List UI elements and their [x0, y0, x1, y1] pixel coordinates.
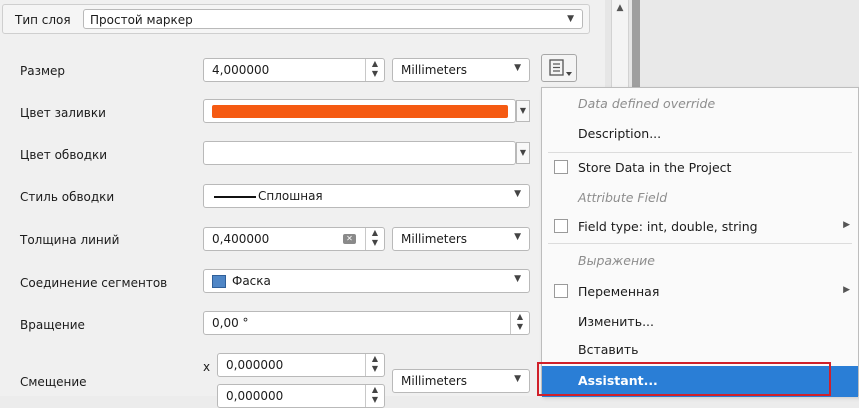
- menu-item-paste[interactable]: Вставить: [542, 336, 858, 364]
- rotation-label: Вращение: [20, 318, 85, 332]
- checkbox-icon: [554, 160, 568, 174]
- offset-x-value: 0,000000: [226, 358, 284, 372]
- spin-arrows-icon[interactable]: ▲ ▼: [365, 228, 384, 250]
- menu-separator: [548, 243, 852, 244]
- rotation-spinbox[interactable]: 0,00 ° ▲ ▼: [203, 311, 530, 335]
- submenu-arrow-icon: ▶: [843, 285, 850, 295]
- highlight-annotation: [537, 362, 831, 396]
- spin-arrows-icon[interactable]: ▲ ▼: [510, 312, 529, 334]
- data-defined-override-menu: Data defined override Description... Sto…: [541, 87, 859, 397]
- spin-arrows-icon[interactable]: ▲ ▼: [365, 59, 384, 81]
- chevron-down-icon: ▼: [514, 374, 521, 384]
- chevron-down-icon: ▼: [514, 63, 521, 73]
- offset-x-label: x: [203, 360, 211, 374]
- offset-unit-combo[interactable]: Millimeters ▼: [392, 369, 530, 393]
- offset-unit-value: Millimeters: [401, 374, 468, 388]
- line-width-unit-combo[interactable]: Millimeters ▼: [392, 227, 530, 251]
- stroke-style-value: Сплошная: [258, 189, 323, 203]
- fill-color-menu-button[interactable]: ▼: [516, 100, 530, 122]
- offset-y-spinbox[interactable]: 0,000000 ▲ ▼: [217, 384, 385, 408]
- join-style-value: Фаска: [232, 274, 271, 288]
- stroke-color-button[interactable]: [203, 141, 516, 165]
- chevron-down-icon: ▼: [567, 14, 574, 24]
- solid-line-icon: [214, 196, 256, 198]
- stroke-style-label: Стиль обводки: [20, 190, 115, 204]
- clear-icon[interactable]: ✕: [343, 234, 356, 244]
- join-style-combo[interactable]: Фаска ▼: [203, 269, 530, 293]
- menu-item-store-data[interactable]: Store Data in the Project: [542, 154, 858, 182]
- offset-label: Смещение: [20, 375, 87, 389]
- layer-type-combo[interactable]: Простой маркер ▼: [83, 9, 583, 29]
- size-spinbox[interactable]: 4,000000 ▲ ▼: [203, 58, 385, 82]
- chevron-down-icon: ▼: [514, 232, 521, 242]
- chevron-down-icon: ▼: [514, 189, 521, 199]
- symbol-properties-panel: Тип слоя Простой маркер ▼ Размер 4,00000…: [0, 0, 605, 408]
- line-width-value: 0,400000: [212, 232, 270, 246]
- layer-type-value: Простой маркер: [90, 13, 193, 27]
- spin-arrows-icon[interactable]: ▲ ▼: [365, 354, 384, 376]
- submenu-arrow-icon: ▶: [843, 220, 850, 230]
- data-defined-override-button[interactable]: [541, 54, 577, 82]
- data-defined-icon: [549, 59, 572, 76]
- menu-separator: [548, 152, 852, 153]
- size-label: Размер: [20, 64, 66, 78]
- line-width-unit-value: Millimeters: [401, 232, 468, 246]
- line-width-label: Толщина линий: [20, 233, 120, 247]
- size-unit-value: Millimeters: [401, 63, 468, 77]
- line-width-spinbox[interactable]: 0,400000 ✕ ▲ ▼: [203, 227, 385, 251]
- join-style-label: Соединение сегментов: [20, 276, 168, 290]
- layer-type-label: Тип слоя: [15, 13, 71, 27]
- stroke-style-combo[interactable]: Сплошная ▼: [203, 184, 530, 208]
- fill-color-swatch: [212, 105, 508, 118]
- layer-type-row: Тип слоя Простой маркер ▼: [2, 4, 590, 34]
- rotation-value: 0,00 °: [212, 316, 249, 330]
- offset-x-spinbox[interactable]: 0,000000 ▲ ▼: [217, 353, 385, 377]
- chevron-down-icon: ▼: [514, 274, 521, 284]
- menu-header-attribute-field: Attribute Field: [578, 190, 668, 205]
- stroke-color-menu-button[interactable]: ▼: [516, 142, 530, 164]
- spin-arrows-icon[interactable]: ▲ ▼: [365, 385, 384, 407]
- menu-header: Data defined override: [578, 96, 716, 111]
- fill-color-label: Цвет заливки: [20, 106, 106, 120]
- bevel-join-icon: [212, 275, 226, 288]
- menu-item-variable[interactable]: Переменная ▶: [542, 278, 858, 306]
- menu-item-edit[interactable]: Изменить...: [542, 308, 858, 336]
- menu-header-expression: Выражение: [578, 253, 655, 268]
- size-value: 4,000000: [212, 63, 270, 77]
- menu-item-description[interactable]: Description...: [542, 120, 858, 148]
- scroll-up-arrow-icon[interactable]: ▲: [611, 0, 629, 18]
- offset-y-value: 0,000000: [226, 389, 284, 403]
- checkbox-icon: [554, 219, 568, 233]
- fill-color-button[interactable]: [203, 99, 516, 123]
- menu-item-field-type[interactable]: Field type: int, double, string ▶: [542, 213, 858, 241]
- checkbox-icon: [554, 284, 568, 298]
- size-unit-combo[interactable]: Millimeters ▼: [392, 58, 530, 82]
- stroke-color-label: Цвет обводки: [20, 148, 108, 162]
